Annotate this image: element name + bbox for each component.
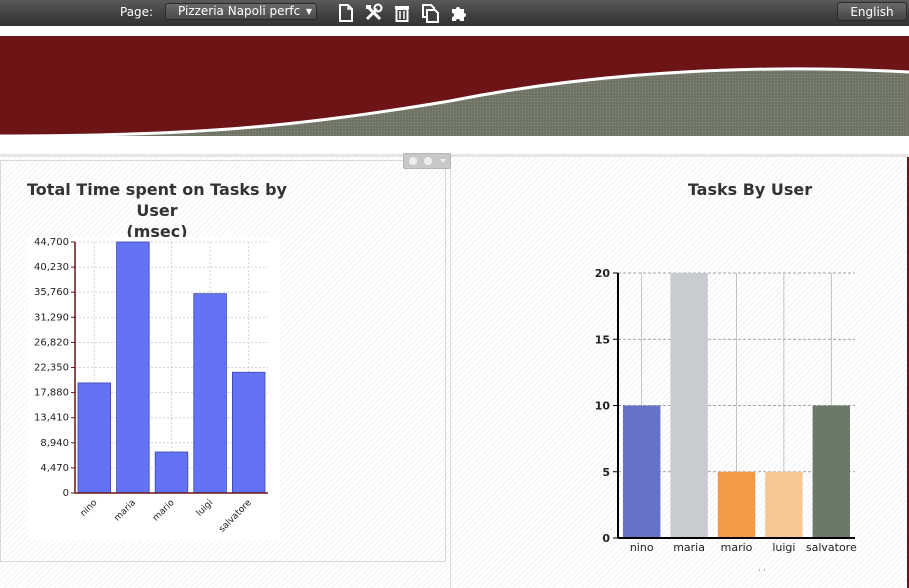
x-tick-label: luigi [195,498,215,518]
x-tick-label: maria [113,498,138,523]
bottom-marker: · · [758,566,766,575]
x-tick-label: salvatore [217,498,254,535]
y-tick-label: 8,940 [40,438,69,449]
x-tick-label: salvatore [806,541,857,554]
top-toolbar: Page: Pizzeria Napoli perfc ▼ English [0,0,909,27]
chart-title-right: Tasks By User [687,180,813,199]
chart-title-left-line1: Total Time spent on Tasks by User [27,180,287,220]
puzzle-icon[interactable] [448,3,468,23]
y-tick-label: 13,410 [34,413,69,424]
y-tick-label: 4,470 [40,463,69,474]
page-label: Page: [120,5,154,19]
y-tick-label: 22,350 [34,363,69,374]
y-tick-label: 26,820 [34,337,69,348]
bar-luigi [765,471,803,538]
y-tick-label: 10 [595,400,611,413]
bar-salvatore [231,371,266,494]
bar-luigi [193,293,227,494]
x-tick-label: maria [673,541,705,554]
y-tick-label: 40,230 [34,262,69,273]
y-tick-label: 44,700 [34,237,69,248]
bar-nino [623,405,661,538]
gadget-controls[interactable] [403,153,451,169]
bar-mario [717,471,756,538]
chevron-down-icon: ▼ [305,7,312,16]
x-tick-label: mario [721,541,753,554]
panel-divider [450,160,451,588]
y-tick-label: 0 [63,488,69,499]
bar-mario [154,451,189,494]
tasks-by-user-chart: 0 5 10 15 20 nino maria mario luigi salvatore [595,267,857,554]
page-select[interactable]: Pizzeria Napoli perfc ▼ [165,3,317,20]
x-tick-label: nino [630,541,654,554]
y-tick-label: 15 [595,333,610,346]
y-tick-label: 0 [602,532,610,545]
y-tick-label: 17,880 [34,388,69,399]
y-tick-label: 31,290 [34,312,69,323]
bar-nino [77,382,111,494]
header-banner [0,26,909,157]
tools-icon[interactable] [364,3,384,23]
time-by-user-chart: 0 4,470 8,940 13,410 17,880 22,350 26,820 31,29… [28,237,280,540]
chart-title-left: Total Time spent on Tasks by User (msec) [12,179,302,242]
x-tick-label: luigi [772,541,795,554]
x-tick-label: mario [151,498,177,524]
bar-salvatore [812,405,850,538]
y-tick-label: 35,760 [34,287,69,298]
bar-maria [670,273,708,538]
copy-page-icon[interactable] [420,3,440,23]
trash-icon[interactable] [392,3,412,23]
bar-maria [116,241,150,494]
new-page-icon[interactable] [336,3,356,23]
y-tick-label: 20 [595,267,611,280]
language-button[interactable]: English [837,2,907,21]
page-select-value: Pizzeria Napoli perfc [178,4,301,18]
y-tick-label: 5 [602,466,610,479]
x-tick-label: nino [79,498,100,519]
